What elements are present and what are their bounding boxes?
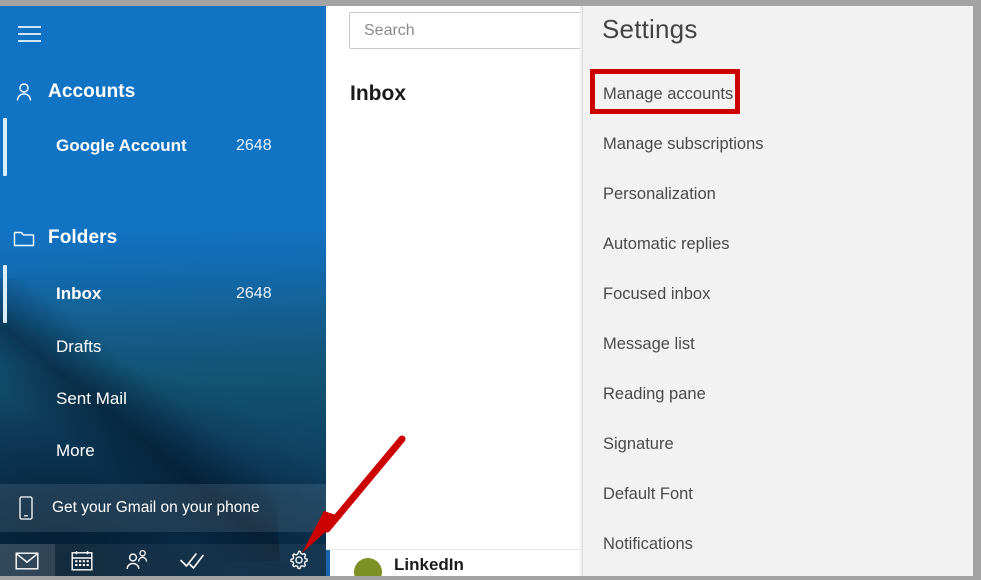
nav-tab-bar	[0, 544, 326, 576]
hamburger-menu-icon[interactable]	[17, 22, 43, 46]
tab-people[interactable]	[110, 544, 165, 576]
calendar-icon	[71, 550, 93, 570]
settings-item-manage-subscriptions[interactable]: Manage subscriptions	[583, 127, 973, 161]
tab-tasks[interactable]	[164, 544, 219, 576]
settings-item-automatic-replies[interactable]: Automatic replies	[583, 227, 973, 261]
settings-item-label: Message list	[603, 334, 695, 353]
nav-item-google-account[interactable]: Google Account 2648	[0, 128, 326, 164]
more-label: More	[56, 441, 95, 460]
folders-section-header[interactable]: Folders	[0, 218, 326, 258]
settings-item-default-font[interactable]: Default Font	[583, 477, 973, 511]
settings-item-signature[interactable]: Signature	[583, 427, 973, 461]
settings-pane: Settings Manage accounts Manage subscrip…	[582, 6, 973, 576]
navigation-pane: Accounts Google Account 2648 Folders Inb…	[0, 6, 326, 576]
gear-icon	[289, 550, 308, 570]
message-unread-accent	[326, 550, 330, 576]
google-account-label: Google Account	[56, 136, 187, 155]
nav-item-more[interactable]: More	[0, 433, 326, 469]
drafts-label: Drafts	[56, 337, 102, 356]
list-item[interactable]: LinkedIn	[326, 550, 582, 576]
settings-item-label: Automatic replies	[603, 234, 730, 253]
settings-item-focused-inbox[interactable]: Focused inbox	[583, 277, 973, 311]
settings-item-label: Notifications	[603, 534, 693, 553]
message-list-title: Inbox	[350, 82, 406, 105]
tab-calendar[interactable]	[55, 544, 110, 576]
google-account-count: 2648	[236, 137, 272, 154]
app-frame: Accounts Google Account 2648 Folders Inb…	[0, 6, 973, 576]
settings-item-manage-accounts[interactable]: Manage accounts	[583, 77, 973, 111]
page-title: Settings	[602, 14, 698, 44]
gmail-phone-promo-label: Get your Gmail on your phone	[52, 499, 260, 516]
gmail-phone-promo[interactable]: Get your Gmail on your phone	[0, 484, 326, 532]
settings-item-label: Manage accounts	[603, 84, 734, 103]
settings-item-label: Signature	[603, 434, 674, 453]
settings-item-notifications[interactable]: Notifications	[583, 527, 973, 561]
settings-item-personalization[interactable]: Personalization	[583, 177, 973, 211]
settings-item-label: Focused inbox	[603, 284, 711, 303]
sent-mail-label: Sent Mail	[56, 389, 127, 408]
mail-icon	[15, 552, 39, 570]
tab-mail[interactable]	[0, 544, 55, 576]
person-icon	[0, 81, 48, 103]
nav-item-inbox[interactable]: Inbox 2648	[0, 276, 326, 312]
phone-icon	[0, 495, 52, 521]
people-icon	[126, 549, 148, 570]
tasks-icon	[179, 553, 204, 569]
tab-settings[interactable]	[271, 544, 326, 576]
message-list-pane: Inbox LinkedIn	[326, 6, 649, 576]
settings-item-label: Default Font	[603, 484, 693, 503]
avatar	[354, 558, 382, 576]
settings-item-label: Manage subscriptions	[603, 134, 764, 153]
accounts-section-header[interactable]: Accounts	[0, 72, 326, 112]
settings-item-reading-pane[interactable]: Reading pane	[583, 377, 973, 411]
inbox-count: 2648	[236, 285, 272, 302]
accounts-section-label: Accounts	[48, 81, 136, 102]
nav-item-drafts[interactable]: Drafts	[0, 329, 326, 365]
inbox-label: Inbox	[56, 284, 102, 303]
settings-item-label: Reading pane	[603, 384, 706, 403]
message-sender: LinkedIn	[394, 555, 464, 574]
settings-item-message-list[interactable]: Message list	[583, 327, 973, 361]
nav-item-sent-mail[interactable]: Sent Mail	[0, 381, 326, 417]
folders-section-label: Folders	[48, 227, 118, 248]
folder-icon	[0, 228, 48, 248]
settings-item-label: Personalization	[603, 184, 716, 203]
app-window: Accounts Google Account 2648 Folders Inb…	[0, 0, 981, 580]
